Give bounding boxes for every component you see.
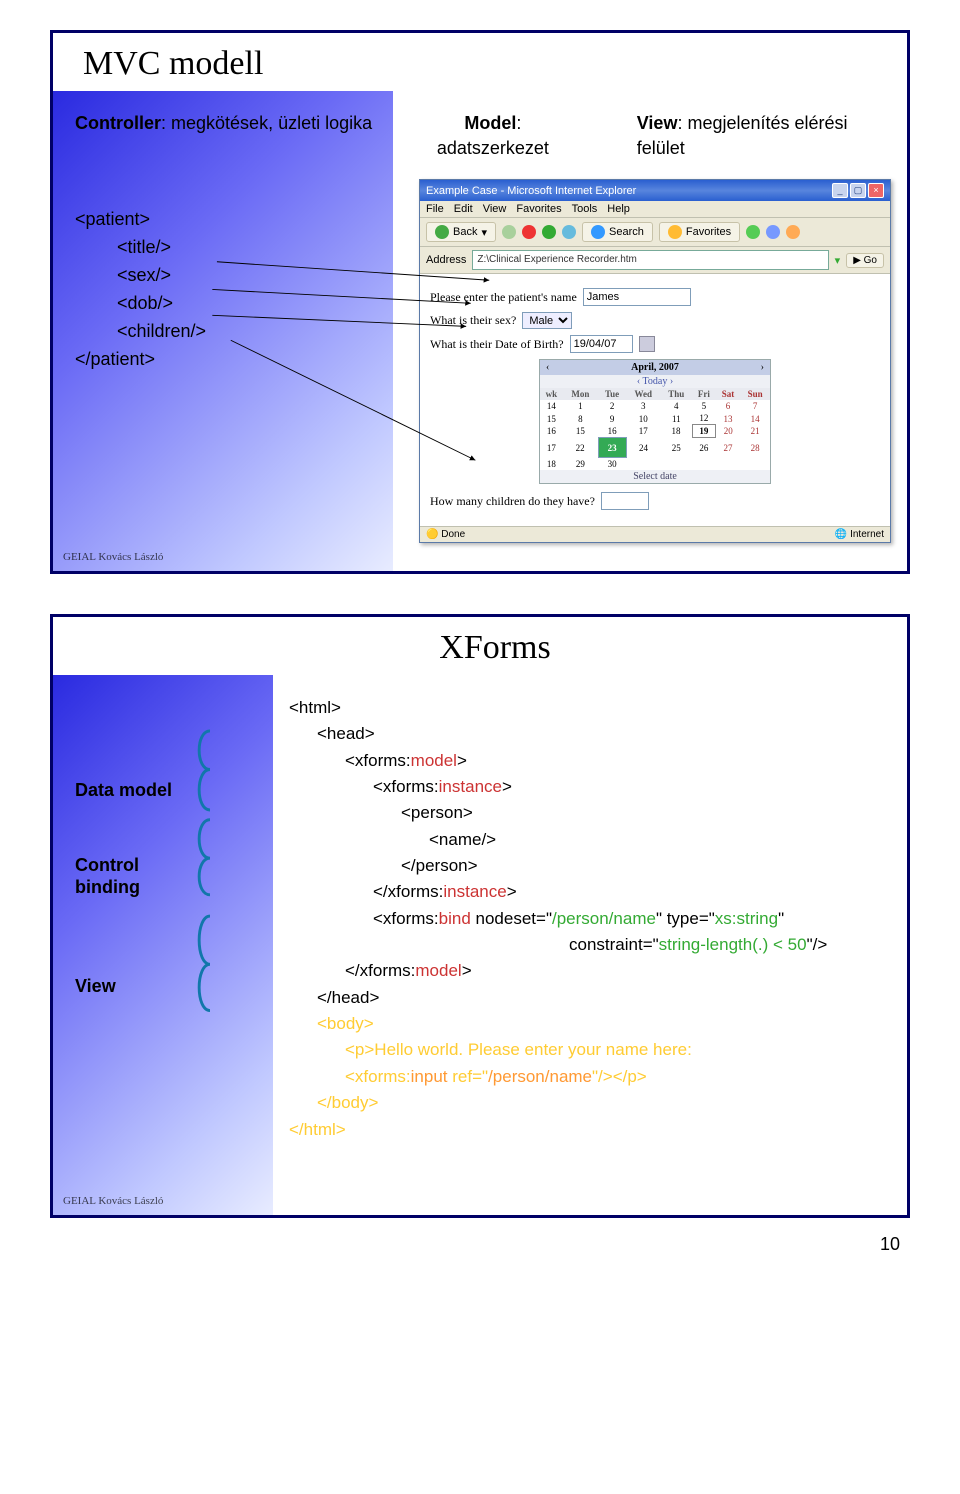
q-sex-label: What is their sex?: [430, 313, 516, 328]
credit-2: GEIAL Kovács László: [63, 1195, 163, 1207]
menu-tools[interactable]: Tools: [572, 203, 598, 215]
calendar-icon[interactable]: [639, 336, 655, 352]
menu-view[interactable]: View: [483, 203, 507, 215]
view-label: View: megjelenítés elérési felület: [637, 111, 891, 161]
address-dropdown-icon[interactable]: ▾: [835, 254, 841, 267]
slide-xforms: XForms Data model Controlbinding View GE…: [50, 614, 910, 1218]
go-button[interactable]: ▶ Go: [846, 253, 884, 268]
status-zone: 🌐 Internet: [835, 529, 884, 540]
star-icon: [668, 225, 682, 239]
address-bar: Address Z:\Clinical Experience Recorder.…: [420, 247, 890, 274]
dob-input[interactable]: [570, 335, 633, 353]
calendar-today[interactable]: ‹ Today ›: [637, 376, 673, 387]
name-input[interactable]: [583, 288, 691, 306]
menu-help[interactable]: Help: [607, 203, 630, 215]
controller-label: Controller: megkötések, üzleti logika: [75, 111, 377, 136]
menu-edit[interactable]: Edit: [454, 203, 473, 215]
slide1-left: Controller: megkötések, üzleti logika <p…: [53, 91, 393, 571]
calendar-month: April, 2007: [631, 362, 679, 373]
slide1-title: MVC modell: [53, 33, 907, 91]
view-label-2: View: [75, 976, 257, 997]
back-icon: [435, 225, 449, 239]
credit: GEIAL Kovács László: [63, 551, 163, 563]
patient-xml: <patient> <title/> <sex/> <dob/> <childr…: [75, 206, 377, 373]
maximize-button[interactable]: ▢: [850, 183, 866, 198]
slide-mvc: MVC modell Controller: megkötések, üzlet…: [50, 30, 910, 574]
cal-prev-icon[interactable]: ‹: [540, 362, 555, 373]
home-icon[interactable]: [562, 225, 576, 239]
mail-icon[interactable]: [766, 225, 780, 239]
back-button[interactable]: Back ▾: [426, 222, 496, 242]
refresh-icon[interactable]: [542, 225, 556, 239]
browser-titlebar: Example Case - Microsoft Internet Explor…: [420, 180, 890, 201]
q-name-label: Please enter the patient's name: [430, 290, 577, 305]
browser-window: Example Case - Microsoft Internet Explor…: [419, 179, 891, 543]
children-input[interactable]: [601, 492, 649, 510]
menu-favorites[interactable]: Favorites: [516, 203, 561, 215]
menu-file[interactable]: File: [426, 203, 444, 215]
sex-select[interactable]: Male: [522, 312, 572, 329]
browser-statusbar: 🟡 Done 🌐 Internet: [420, 526, 890, 542]
slide2-title: XForms: [53, 617, 907, 675]
control-binding-label: Controlbinding: [75, 855, 257, 898]
address-label: Address: [426, 254, 466, 266]
model-label: Model: adatszerkezet: [409, 111, 577, 161]
stop-icon[interactable]: [522, 225, 536, 239]
xforms-code: <html> <head> <xforms:model> <xforms:ins…: [289, 695, 891, 1143]
history-icon[interactable]: [746, 225, 760, 239]
browser-title-text: Example Case - Microsoft Internet Explor…: [426, 185, 636, 197]
calendar-footer: Select date: [540, 470, 770, 483]
cal-next-icon[interactable]: ›: [755, 362, 770, 373]
data-model-label: Data model: [75, 780, 257, 801]
browser-content: Please enter the patient's name What is …: [420, 274, 890, 526]
calendar-grid: wk Mon Tue Wed Thu Fri Sat Sun: [540, 388, 770, 470]
forward-icon[interactable]: [502, 225, 516, 239]
favorites-button[interactable]: Favorites: [659, 222, 740, 242]
browser-menubar: File Edit View Favorites Tools Help: [420, 201, 890, 218]
page-number: 10: [0, 1228, 960, 1265]
print-icon[interactable]: [786, 225, 800, 239]
minimize-button[interactable]: _: [832, 183, 848, 198]
calendar-widget[interactable]: ‹ April, 2007 › ‹ Today › wk Mon Tue Wed T…: [539, 359, 771, 484]
browser-toolbar: Back ▾ Search Favorites: [420, 218, 890, 247]
search-button[interactable]: Search: [582, 222, 653, 242]
status-done: 🟡 Done: [426, 529, 465, 540]
q-dob-label: What is their Date of Birth?: [430, 337, 564, 352]
slide2-right: <html> <head> <xforms:model> <xforms:ins…: [273, 675, 907, 1215]
search-icon: [591, 225, 605, 239]
close-button[interactable]: ×: [868, 183, 884, 198]
q-children-label: How many children do they have?: [430, 494, 595, 509]
slide2-left: Data model Controlbinding View GEIAL Kov…: [53, 675, 273, 1215]
slide1-right: Model: adatszerkezet View: megjelenítés …: [393, 91, 907, 571]
address-input[interactable]: Z:\Clinical Experience Recorder.htm: [472, 250, 828, 270]
